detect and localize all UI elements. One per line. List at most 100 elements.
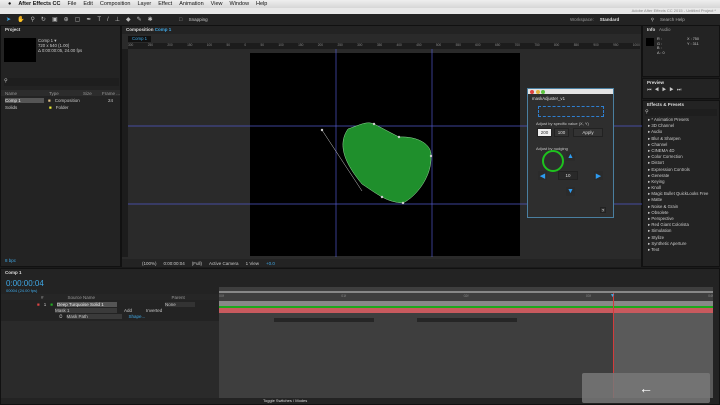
nudge-value-input[interactable]: 10 xyxy=(558,171,578,180)
col-type[interactable]: Type xyxy=(49,91,79,96)
nudge-up-button[interactable]: ▲ xyxy=(566,152,575,161)
col-name[interactable]: Name xyxy=(5,91,45,96)
col-source-name: Source Name xyxy=(67,294,96,300)
zoom-tool-icon[interactable]: ⚲ xyxy=(31,16,35,23)
time-tick: 04f xyxy=(708,294,713,298)
menubar: ● After Effects CC File Edit Composition… xyxy=(0,0,720,8)
brush-tool-icon[interactable]: / xyxy=(107,17,109,23)
inverted-checkbox[interactable]: Inverted xyxy=(146,308,162,313)
snapping-checkbox[interactable]: ☐ xyxy=(179,17,183,23)
exposure-value[interactable]: +0.0 xyxy=(266,261,275,266)
resolution-select[interactable]: (Full) xyxy=(192,261,202,266)
mask-adjuster-window: maskAdjuster_v1 Adjust by specific value… xyxy=(527,88,614,218)
time-tick: 00f xyxy=(219,294,224,298)
toolbar: ➤ ✋ ⚲ ↻ ▣ ⊕ ▢ ✒ T / ⊥ ◆ ✎ ✱ ☐ Snapping W… xyxy=(0,14,720,25)
mask-path-value[interactable]: Shape... xyxy=(129,314,146,319)
back-arrow-button[interactable]: ← xyxy=(582,373,710,403)
effects-category-label: Stylize xyxy=(651,234,665,240)
project-item[interactable]: Comp 1 ■ Composition 24 xyxy=(1,97,113,103)
menu-effect[interactable]: Effect xyxy=(158,1,172,7)
effects-category[interactable]: ▸ Text xyxy=(643,247,719,253)
nudge-right-button[interactable]: ▶ xyxy=(594,171,603,180)
arrow-left-icon: ← xyxy=(639,380,653,396)
roto-tool-icon[interactable]: ✎ xyxy=(137,16,142,23)
col-size[interactable]: Size xyxy=(83,91,98,96)
playhead-marker-icon[interactable]: ▼ xyxy=(610,293,615,299)
effects-category-label: Synthetic Aperture xyxy=(651,240,687,246)
menu-composition[interactable]: Composition xyxy=(100,1,131,7)
project-search[interactable]: ⚲ xyxy=(4,78,119,86)
effects-category-label: CINEMA 4D xyxy=(651,147,675,153)
pan-behind-icon[interactable]: ⊕ xyxy=(64,16,69,23)
toggle-switches-modes[interactable]: Toggle Switches / Modes xyxy=(263,398,307,403)
nudge-left-button[interactable]: ◀ xyxy=(538,171,547,180)
selection-tool-icon[interactable]: ➤ xyxy=(6,16,11,23)
zoom-select[interactable]: (100%) xyxy=(142,261,157,266)
workspace-label: Workspace: xyxy=(570,17,594,22)
time-tick: 01f xyxy=(341,294,347,298)
effects-category-label: Matte xyxy=(651,197,663,203)
bpc-button[interactable]: 8 bpc xyxy=(5,258,16,263)
camera-tool-icon[interactable]: ▣ xyxy=(52,16,58,23)
menu-help[interactable]: Help xyxy=(256,1,267,7)
menu-edit[interactable]: Edit xyxy=(83,1,92,7)
close-icon[interactable] xyxy=(530,89,534,94)
puppet-tool-icon[interactable]: ✱ xyxy=(148,16,153,23)
timeline-timecode[interactable]: 0:00:00:04 xyxy=(6,279,44,288)
camera-select[interactable]: Active Camera xyxy=(209,261,239,266)
project-panel: Project Comp 1 ▾ 720 x 540 (1.00) Δ 0:00… xyxy=(0,25,121,267)
eraser-tool-icon[interactable]: ◆ xyxy=(126,16,131,23)
x-value-input[interactable]: 200 xyxy=(537,128,552,137)
comp-thumbnail xyxy=(4,38,36,62)
preview-controls[interactable]: ⏮◀▶▶⏭ xyxy=(643,87,719,93)
anchor-grid[interactable] xyxy=(538,106,604,117)
parent-select[interactable]: None xyxy=(164,301,195,307)
effects-category-label: Red Giant Colorista xyxy=(651,222,689,228)
view-select[interactable]: 1 View xyxy=(246,261,259,266)
search-help-input[interactable]: Search Help xyxy=(660,17,720,22)
timeline-tab[interactable]: Comp 1 xyxy=(1,269,719,277)
mask-name: Mask 1 xyxy=(55,307,117,313)
hand-tool-icon[interactable]: ✋ xyxy=(17,16,24,23)
rotate-tool-icon[interactable]: ↻ xyxy=(41,16,46,23)
apple-icon[interactable]: ● xyxy=(8,1,11,7)
menu-layer[interactable]: Layer xyxy=(137,1,151,7)
apply-button[interactable]: Apply xyxy=(573,128,603,137)
workspace-select[interactable]: Standard xyxy=(600,17,645,22)
project-item[interactable]: Solids ■ Folder xyxy=(1,104,113,110)
nudge-down-button[interactable]: ▼ xyxy=(566,187,575,196)
text-tool-icon[interactable]: T xyxy=(97,17,101,23)
effects-search[interactable]: ⚲ xyxy=(645,109,717,116)
menu-view[interactable]: View xyxy=(211,1,223,7)
help-button[interactable]: ? xyxy=(600,207,606,213)
maximize-icon[interactable] xyxy=(541,89,545,94)
stamp-tool-icon[interactable]: ⊥ xyxy=(115,16,120,23)
effects-title: Effects & Presets xyxy=(647,102,685,107)
info-y: Y : 311 xyxy=(687,41,699,46)
search-icon: ⚲ xyxy=(650,16,654,22)
col-number: # xyxy=(41,294,44,300)
effects-category-label: Knoll xyxy=(651,185,661,191)
tab-audio[interactable]: Audio xyxy=(659,27,671,32)
mask-path-name: Mask Path xyxy=(66,313,122,319)
work-area-bar[interactable] xyxy=(219,291,713,293)
col-frame[interactable]: Frame ... xyxy=(102,91,120,96)
menu-app[interactable]: After Effects CC xyxy=(18,1,60,7)
layer-name: Deep Turquoise Solid 1 xyxy=(56,301,117,307)
menu-window[interactable]: Window xyxy=(229,1,249,7)
item-name: Solids xyxy=(5,104,18,110)
menu-animation[interactable]: Animation xyxy=(179,1,203,7)
mask-path-row[interactable]: ⏱ Mask Path Shape... xyxy=(1,313,219,319)
mask-tool-icon[interactable]: ▢ xyxy=(75,16,81,23)
effects-category-label: Channel xyxy=(651,141,668,147)
mask-mode-select[interactable]: Add xyxy=(124,308,132,313)
pen-tool-icon[interactable]: ✒ xyxy=(86,16,91,23)
item-type: Composition xyxy=(54,97,80,103)
current-time[interactable]: 0:00:00:04 xyxy=(164,261,185,266)
minimize-icon[interactable] xyxy=(535,89,540,94)
menu-file[interactable]: File xyxy=(68,1,77,7)
specific-label: Adjust by specific value (X, Y) xyxy=(536,121,589,126)
y-value-input[interactable]: 100 xyxy=(554,128,569,137)
col-parent: Parent xyxy=(171,294,185,300)
tab-info[interactable]: Info xyxy=(647,27,655,32)
